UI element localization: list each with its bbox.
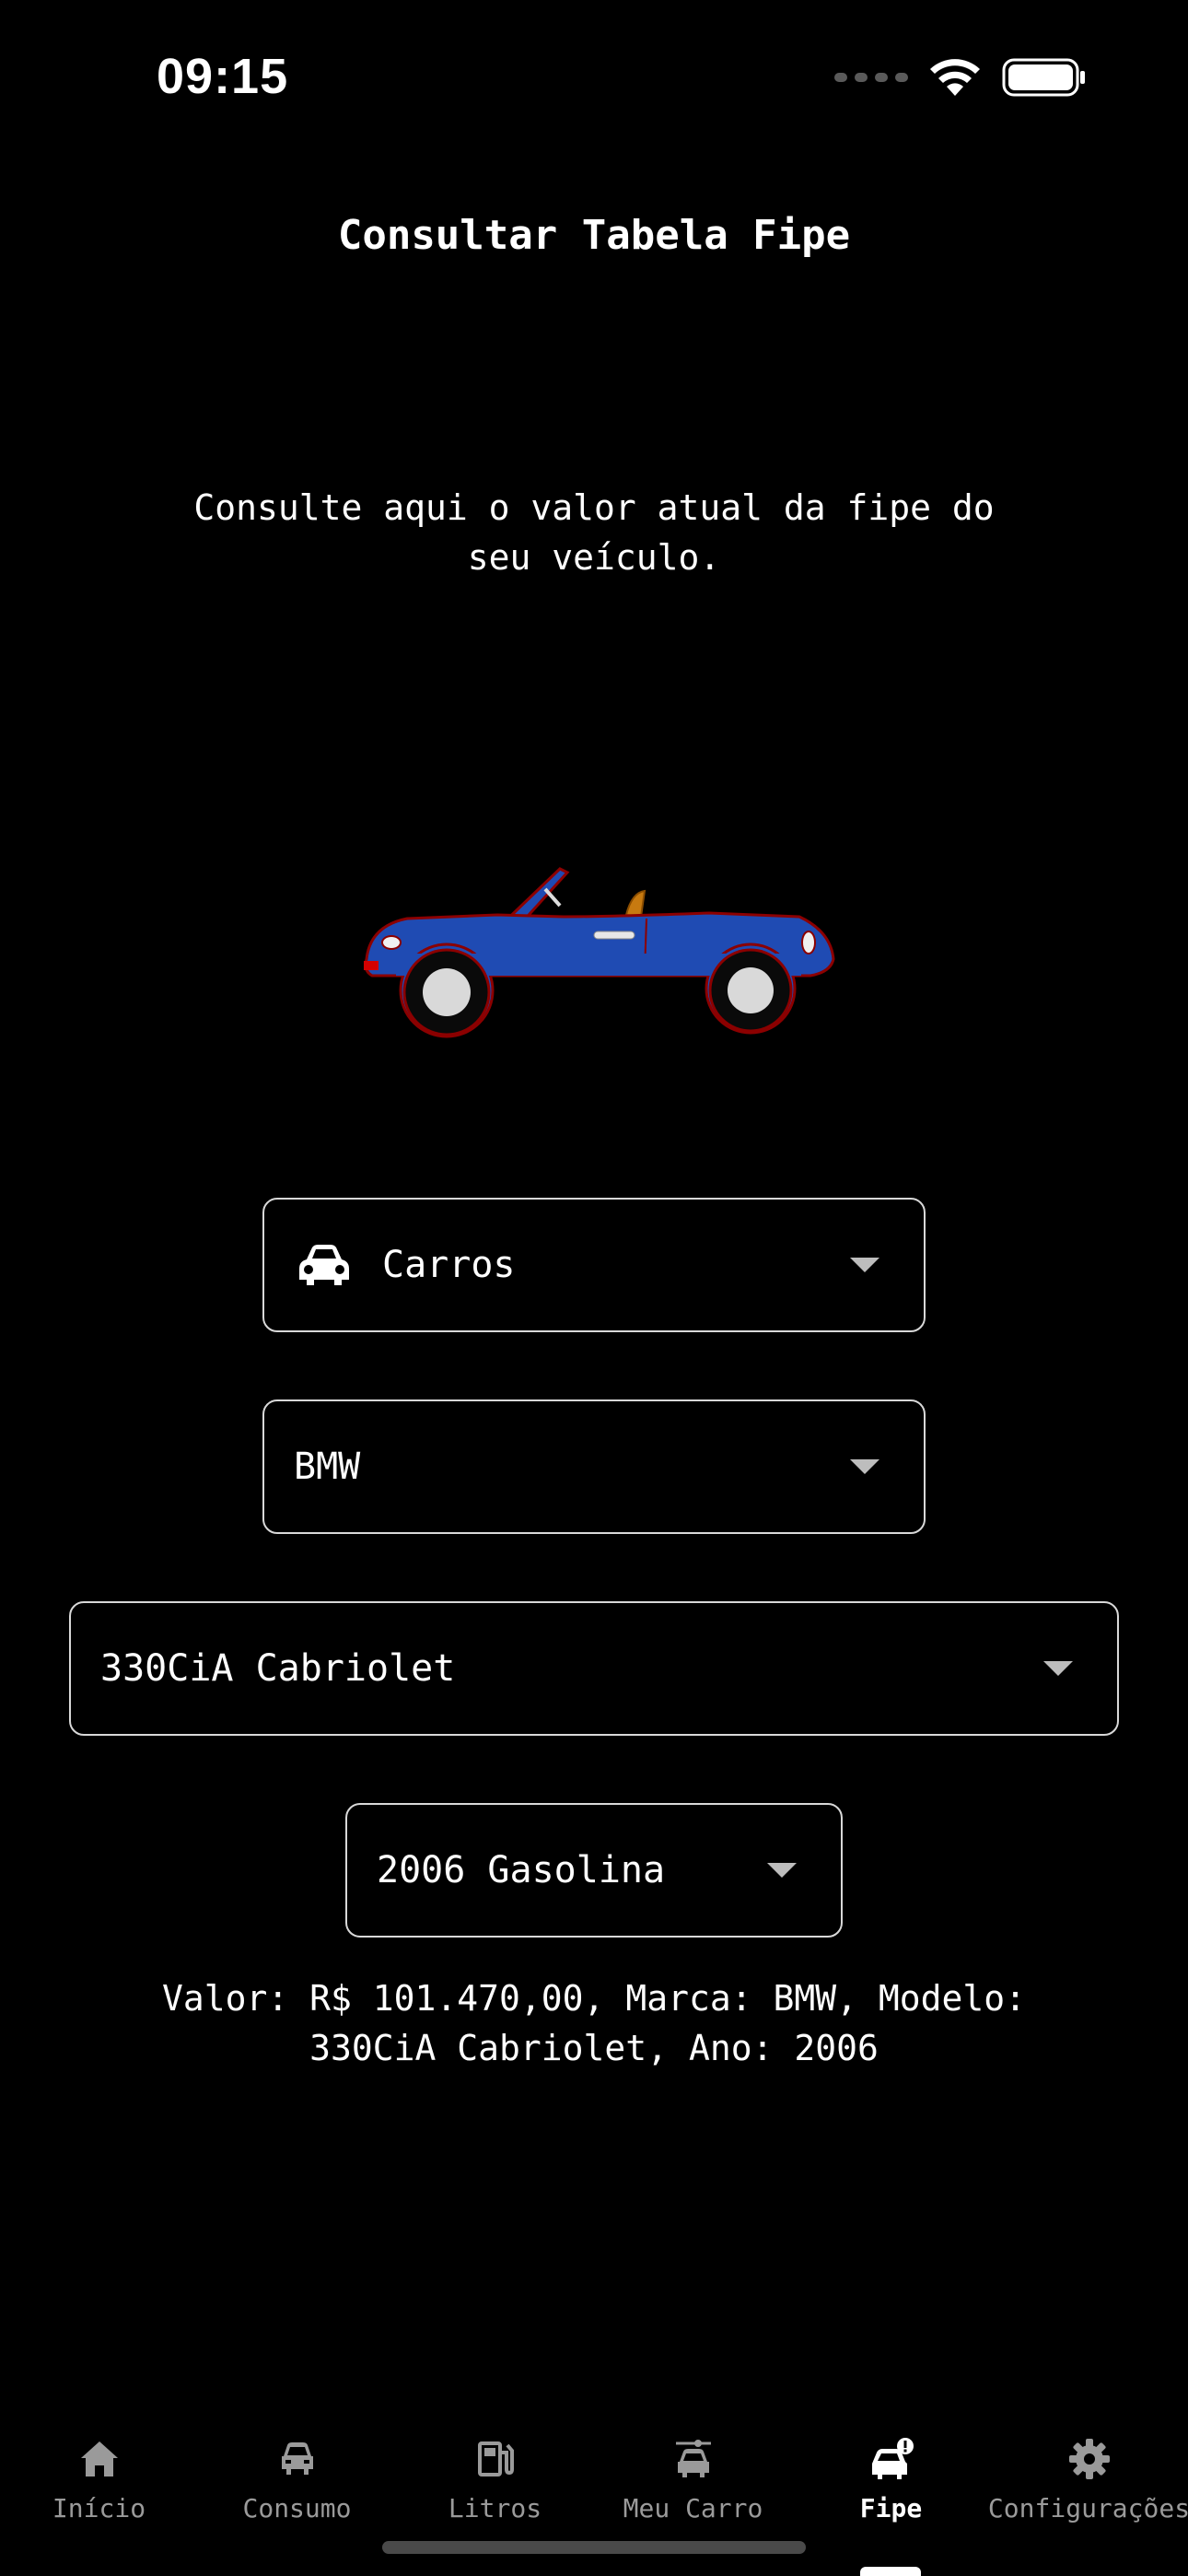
year-dropdown[interactable]: 2006 Gasolina (345, 1803, 843, 1938)
chevron-down-icon (850, 1258, 879, 1272)
tab-label: Meu Carro (623, 2493, 763, 2523)
home-icon (80, 2441, 118, 2476)
car-icon (299, 1245, 349, 1285)
fipe-result-text: Valor: R$ 101.470,00, Marca: BMW, Modelo… (162, 1978, 1026, 2068)
status-icons (834, 57, 1087, 98)
tab-consumo[interactable]: Consumo (198, 2436, 396, 2523)
tab-litros[interactable]: Litros (396, 2436, 594, 2523)
convertible-car-illustration (364, 867, 835, 1038)
gear-icon (1068, 2439, 1110, 2479)
year-value: 2006 Gasolina (377, 1849, 666, 1891)
tab-label: Início (52, 2493, 146, 2523)
car-alert-icon (871, 2438, 914, 2479)
page-title: Consultar Tabela Fipe (337, 212, 851, 259)
brand-value: BMW (294, 1446, 361, 1488)
wifi-icon (930, 59, 980, 96)
vehicle-type-value: Carros (382, 1244, 516, 1286)
chevron-down-icon (767, 1863, 797, 1878)
model-dropdown[interactable]: 330CiA Cabriolet (69, 1601, 1119, 1736)
tab-meu-carro[interactable]: Meu Carro (594, 2436, 792, 2523)
model-value: 330CiA Cabriolet (100, 1647, 456, 1690)
tab-fipe[interactable]: Fipe (792, 2436, 990, 2523)
fuel-pump-icon (477, 2441, 514, 2476)
chevron-down-icon (850, 1459, 879, 1474)
home-indicator[interactable] (382, 2541, 806, 2554)
brand-dropdown[interactable]: BMW (262, 1399, 926, 1534)
car-front-icon (281, 2442, 313, 2475)
tab-configuracoes[interactable]: Configurações (987, 2436, 1188, 2523)
battery-icon (1002, 58, 1085, 97)
vehicle-type-dropdown[interactable]: Carros (262, 1198, 926, 1332)
tab-label: Fipe (859, 2493, 923, 2523)
chevron-down-icon (1043, 1661, 1073, 1676)
car-settings-icon (675, 2440, 711, 2477)
active-tab-marker (860, 2567, 921, 2576)
tab-label: Consumo (242, 2493, 352, 2523)
tab-label: Litros (448, 2493, 542, 2523)
status-bar: 09:15 (0, 0, 1188, 157)
signal-icon (834, 73, 908, 82)
tab-label: Configurações (987, 2493, 1188, 2523)
status-time: 09:15 (157, 49, 289, 104)
intro-text: Consulte aqui o valor atual da fipe do s… (193, 487, 995, 578)
tab-inicio[interactable]: Início (0, 2436, 198, 2523)
